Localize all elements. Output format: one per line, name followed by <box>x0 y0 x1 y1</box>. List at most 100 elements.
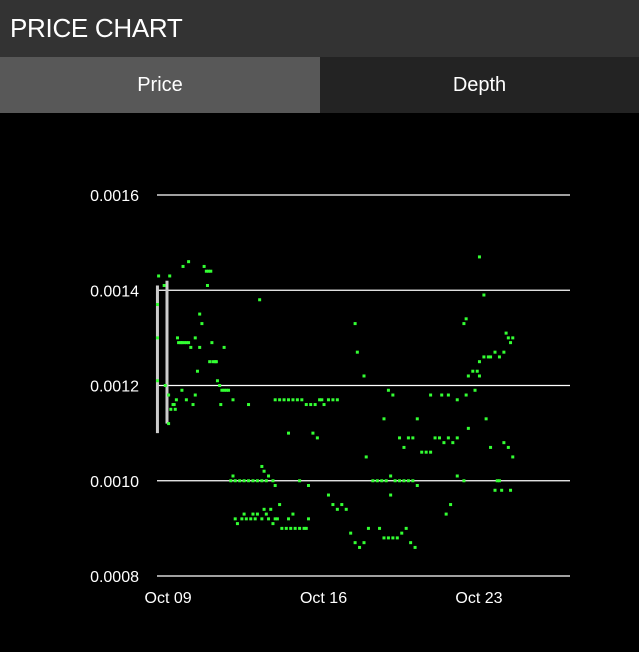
trade-point <box>156 303 159 307</box>
trade-point <box>477 360 481 364</box>
trade-point <box>444 512 448 516</box>
trade-point <box>366 526 370 530</box>
trade-point <box>282 398 286 402</box>
trade-point <box>462 479 466 483</box>
x-tick-label: Oct 09 <box>145 590 192 607</box>
trade-point <box>287 517 291 521</box>
trade-point <box>313 403 317 407</box>
trade-point <box>184 398 188 402</box>
trade-point <box>409 541 413 545</box>
trade-point <box>315 436 319 440</box>
trade-point <box>358 545 362 549</box>
trade-point <box>311 431 315 435</box>
trade-point <box>455 398 459 402</box>
trade-point <box>475 369 479 373</box>
trade-point <box>462 322 466 326</box>
trade-point <box>506 336 510 340</box>
trade-point <box>205 283 209 287</box>
trade-point <box>273 398 277 402</box>
tab-depth[interactable]: Depth <box>320 57 639 113</box>
trade-point <box>156 336 159 340</box>
trade-point <box>253 517 257 521</box>
trade-point <box>264 479 268 483</box>
trade-point <box>451 441 455 445</box>
trade-point <box>466 374 470 378</box>
trade-point <box>262 507 266 511</box>
trade-point <box>331 503 335 507</box>
tab-price[interactable]: Price <box>0 57 320 113</box>
trade-point <box>273 484 277 488</box>
trade-point <box>195 369 199 373</box>
price-chart: 0.0008 0.0010 0.0012 0.0014 0.0016 Oct 09 Oct … <box>90 188 570 607</box>
trade-point <box>411 436 415 440</box>
x-tick-label: Oct 16 <box>300 590 347 607</box>
trade-point <box>344 507 348 511</box>
trade-point <box>353 322 357 326</box>
trade-point <box>511 455 515 459</box>
trade-point <box>477 255 481 259</box>
trade-point <box>309 403 313 407</box>
trade-point <box>306 517 310 521</box>
trade-point <box>455 474 459 478</box>
trade-point <box>242 479 246 483</box>
trade-point <box>291 398 295 402</box>
trade-point <box>293 526 297 530</box>
trade-point <box>404 526 408 530</box>
trade-point <box>506 445 510 449</box>
trade-point <box>267 517 271 521</box>
trade-point <box>464 317 468 321</box>
trade-point <box>395 536 399 540</box>
trade-point <box>335 507 339 511</box>
trade-point <box>493 488 497 492</box>
trade-point <box>298 526 302 530</box>
trade-point <box>464 393 468 397</box>
trade-point <box>411 479 415 483</box>
trade-point <box>398 479 402 483</box>
trade-point <box>180 388 184 392</box>
trade-point <box>391 393 395 397</box>
trade-point <box>415 417 419 421</box>
trade-point <box>382 536 386 540</box>
trade-point <box>181 264 185 268</box>
trade-point <box>218 384 222 387</box>
trade-point <box>440 393 444 397</box>
trade-point <box>402 479 406 483</box>
trade-point <box>193 336 197 340</box>
trade-point <box>291 512 295 516</box>
trade-point <box>406 436 410 440</box>
trade-point <box>391 536 395 540</box>
y-tick-label: 0.0016 <box>90 188 139 205</box>
trade-point <box>362 541 366 545</box>
trade-point <box>415 484 419 488</box>
trade-point <box>233 479 237 483</box>
trade-point <box>326 398 330 402</box>
trade-point <box>208 360 212 364</box>
trade-point <box>157 274 161 278</box>
trade-point <box>215 379 219 383</box>
trade-point <box>502 350 506 354</box>
wick-bar <box>155 285 159 434</box>
trade-point <box>489 355 493 359</box>
trade-point <box>449 503 453 507</box>
y-tick-label: 0.0010 <box>90 474 139 491</box>
trade-point <box>202 264 206 268</box>
trade-point <box>168 274 172 278</box>
trade-point <box>238 479 242 483</box>
trade-point <box>244 517 248 521</box>
trade-point <box>424 450 428 454</box>
trade-point <box>255 512 259 516</box>
trade-point <box>511 336 515 340</box>
trade-point <box>278 398 282 402</box>
trade-point <box>455 436 459 440</box>
trade-point <box>393 479 397 483</box>
trade-point <box>437 436 441 440</box>
trade-point <box>355 350 359 354</box>
trade-point <box>509 341 513 345</box>
trade-point <box>242 512 246 516</box>
trade-point <box>260 464 264 468</box>
trade-point <box>466 426 470 430</box>
trade-point <box>353 541 357 545</box>
trade-point <box>497 355 501 359</box>
trade-point <box>162 283 166 287</box>
wick-bar <box>165 280 169 424</box>
